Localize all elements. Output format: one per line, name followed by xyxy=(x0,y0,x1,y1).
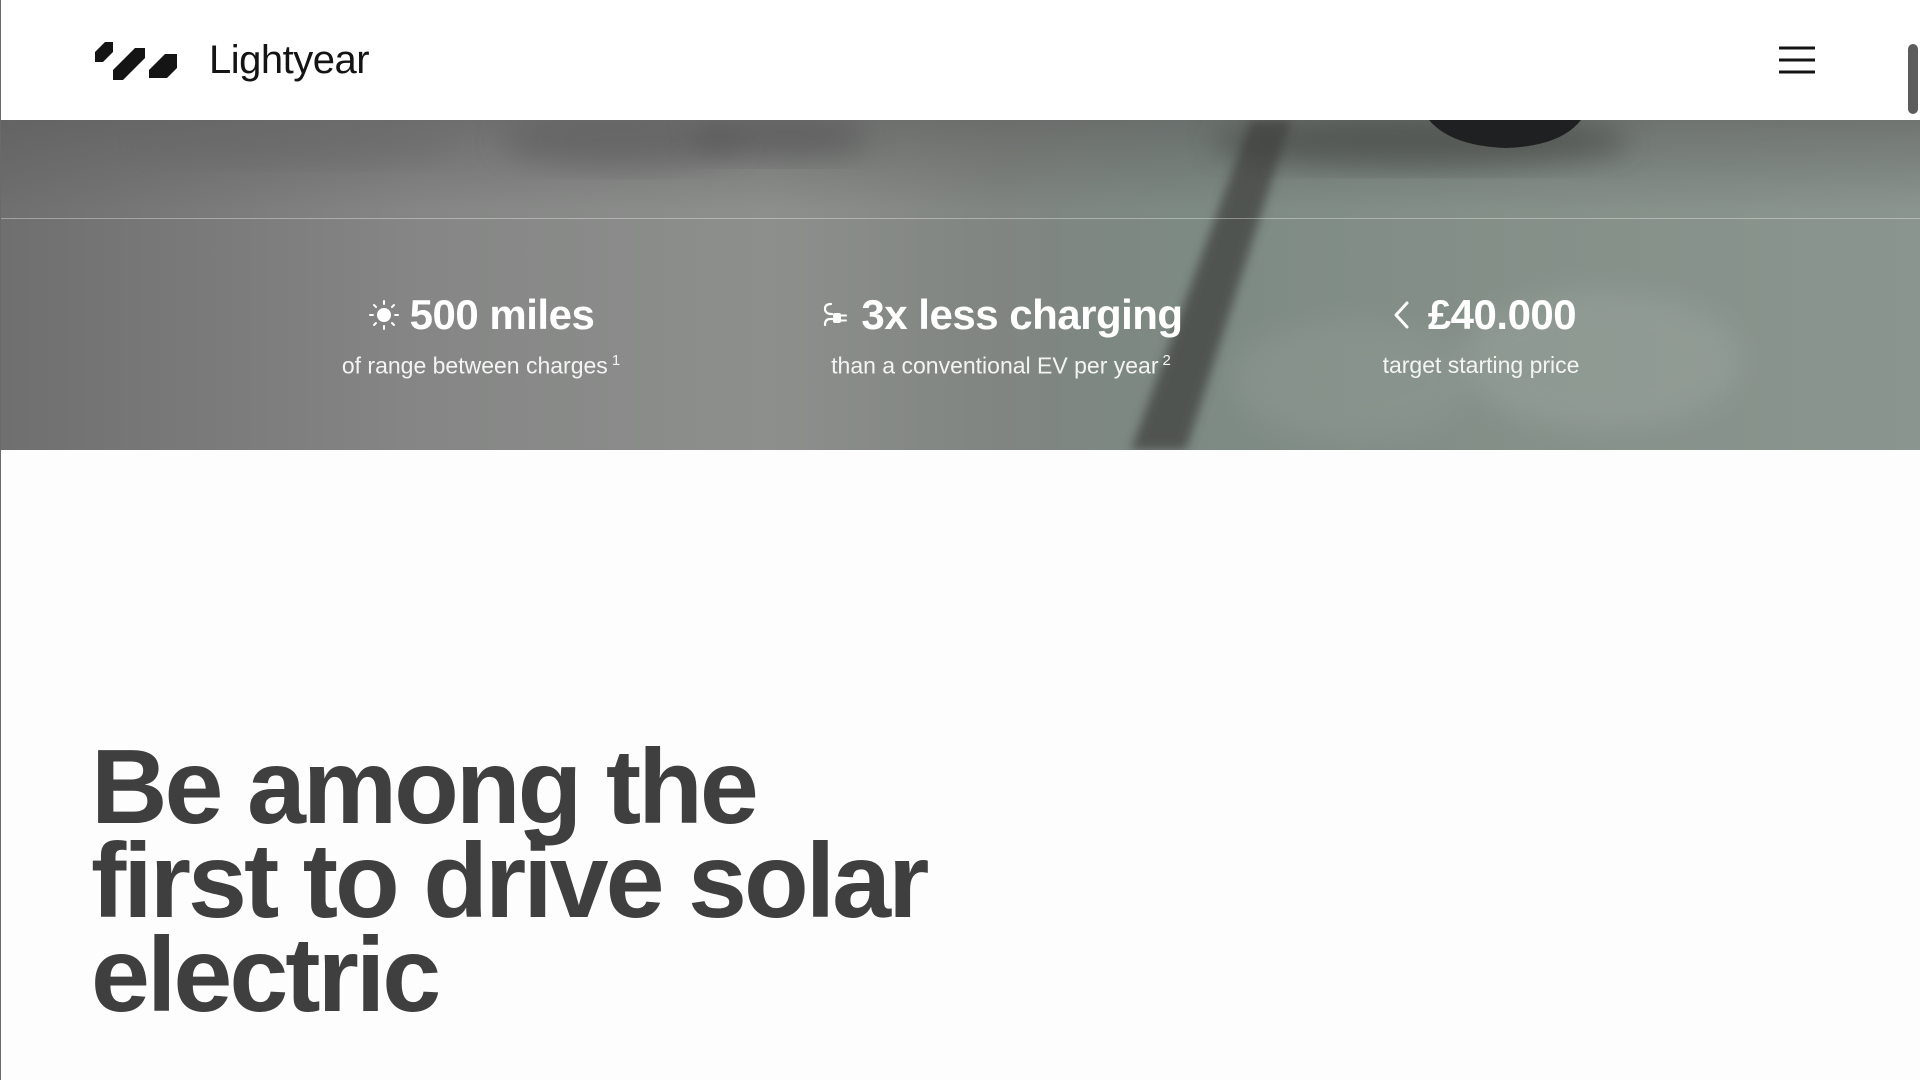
charging-plug-icon xyxy=(824,302,848,327)
hero-divider xyxy=(1,218,1920,219)
stat-price: £40.000 target starting price xyxy=(1221,290,1741,380)
stat-value: £40.000 xyxy=(1427,291,1577,338)
stat-heading: 3x less charging xyxy=(741,290,1261,340)
scrollbar[interactable] xyxy=(1902,0,1920,1080)
sun-icon xyxy=(368,300,399,330)
hero-banner: 500 miles of range between charges 1 3x l… xyxy=(1,120,1920,450)
stat-caption: of range between charges 1 xyxy=(221,352,741,380)
home-logo-link[interactable]: Lightyear xyxy=(91,38,370,82)
brand-name: Lightyear xyxy=(209,38,370,82)
scrollbar-thumb[interactable] xyxy=(1908,44,1918,114)
footnote-marker[interactable]: 1 xyxy=(612,352,620,369)
stat-caption-text: than a conventional EV per year xyxy=(831,352,1159,379)
page: 500 miles of range between charges 1 3x l… xyxy=(0,0,1920,1080)
lightyear-logo-icon xyxy=(95,42,177,80)
headline-line: electric xyxy=(91,916,441,1034)
stat-value: 3x less charging xyxy=(861,291,1183,338)
menu-button[interactable] xyxy=(1777,44,1817,76)
stat-caption: target starting price xyxy=(1221,352,1741,380)
hero-road-image xyxy=(1,120,1920,450)
stat-caption: than a conventional EV per year 2 xyxy=(741,352,1261,380)
stat-charging: 3x less charging than a conventional EV … xyxy=(741,290,1261,380)
hamburger-menu-icon xyxy=(1779,46,1815,74)
stat-heading: 500 miles xyxy=(221,290,741,340)
site-header: Lightyear xyxy=(1,0,1920,120)
stat-heading: £40.000 xyxy=(1221,290,1741,340)
stat-caption-text: target starting price xyxy=(1382,352,1580,378)
stat-caption-text: of range between charges xyxy=(341,352,608,379)
chevron-left-icon xyxy=(1394,301,1409,329)
footnote-marker[interactable]: 2 xyxy=(1162,352,1170,369)
stat-range: 500 miles of range between charges 1 xyxy=(221,290,741,380)
main-headline: Be among the first to drive solar electr… xyxy=(91,734,991,1028)
stat-value: 500 miles xyxy=(409,291,595,338)
